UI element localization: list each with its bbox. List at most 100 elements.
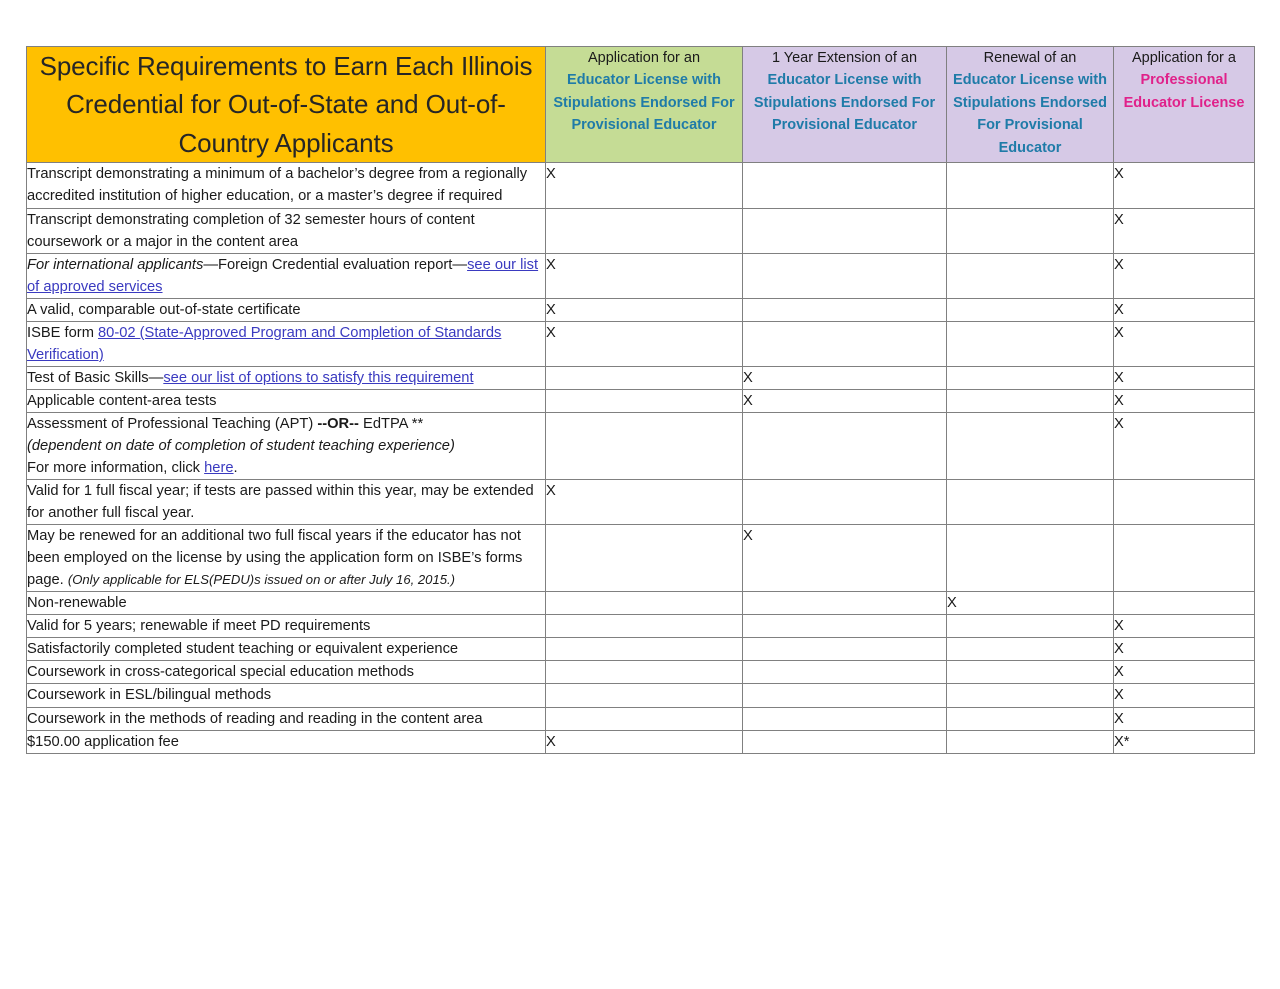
requirement-text: Satisfactorily completed student teachin… <box>26 637 546 662</box>
mark-els-application <box>545 591 743 616</box>
table-row: $150.00 application fee X X* <box>26 729 1255 754</box>
table-row: Coursework in ESL/bilingual methods X <box>26 683 1255 708</box>
renew-applicability-note: (Only applicable for ELS(PEDU)s issued o… <box>67 572 456 588</box>
mark-els-renewal <box>946 683 1114 708</box>
table-row: Applicable content-area tests X X <box>26 388 1255 413</box>
table-row: Non-renewable X <box>26 591 1255 616</box>
requirement-plain: ISBE form <box>27 324 99 341</box>
mark-pel-application: X <box>1113 297 1255 322</box>
mark-els-extension <box>742 591 947 616</box>
mark-els-application: X <box>545 729 743 754</box>
table-row: Satisfactorily completed student teachin… <box>26 637 1255 662</box>
requirements-table: Specific Requirements to Earn Each Illin… <box>26 45 1255 754</box>
requirement-text: Non-renewable <box>26 591 546 616</box>
requirement-text: For international applicants—Foreign Cre… <box>26 252 546 299</box>
requirement-text: A valid, comparable out-of-state certifi… <box>26 297 546 322</box>
mark-els-renewal <box>946 614 1114 639</box>
mark-els-extension <box>742 320 947 367</box>
requirement-text: Transcript demonstrating completion of 3… <box>26 207 546 254</box>
requirement-text: Transcript demonstrating a minimum of a … <box>26 162 546 209</box>
mark-els-extension <box>742 729 947 754</box>
apt-or-bold: --OR-- <box>317 415 359 432</box>
mark-els-renewal <box>946 297 1114 322</box>
mark-els-extension <box>742 637 947 662</box>
mark-els-application: X <box>545 162 743 209</box>
apt-dependent-note: (dependent on date of completion of stud… <box>27 437 455 454</box>
header-row: Specific Requirements to Earn Each Illin… <box>26 45 1255 164</box>
requirement-text: $150.00 application fee <box>26 729 546 754</box>
column-header-pel-application: Application for a Professional Educator … <box>1113 45 1255 164</box>
table-row: Assessment of Professional Teaching (APT… <box>26 411 1255 481</box>
mark-pel-application: X <box>1113 252 1255 299</box>
mark-els-extension: X <box>742 388 947 413</box>
table-body: Transcript demonstrating a minimum of a … <box>26 162 1255 754</box>
mark-pel-application: X <box>1113 637 1255 662</box>
mark-els-application <box>545 365 743 390</box>
column-header-els-renewal: Renewal of an Educator License with Stip… <box>946 45 1114 164</box>
requirement-text: Assessment of Professional Teaching (APT… <box>26 411 546 481</box>
column-header-main: Educator License with Stipulations Endor… <box>953 72 1107 156</box>
table-row: Test of Basic Skills—see our list of opt… <box>26 365 1255 390</box>
table-row: Transcript demonstrating completion of 3… <box>26 207 1255 254</box>
mark-els-renewal <box>946 706 1114 731</box>
isbe-form-80-02-link[interactable]: 80-02 (State-Approved Program and Comple… <box>27 325 501 363</box>
requirement-text: Coursework in cross-categorical special … <box>26 660 546 685</box>
mark-pel-application <box>1113 479 1255 526</box>
column-header-lead: 1 Year Extension of an <box>771 50 918 66</box>
requirement-text: Test of Basic Skills—see our list of opt… <box>26 365 546 390</box>
mark-pel-application <box>1113 591 1255 616</box>
column-header-main: Professional Educator License <box>1123 72 1245 111</box>
mark-els-extension <box>742 683 947 708</box>
table-row: Valid for 1 full fiscal year; if tests a… <box>26 479 1255 526</box>
basic-skills-options-link[interactable]: see our list of options to satisfy this … <box>163 370 473 386</box>
apt-line3-a: For more information, click <box>27 460 205 477</box>
column-header-els-application: Application for an Educator License with… <box>545 45 743 164</box>
column-header-lead: Application for an <box>587 50 701 66</box>
mark-els-extension <box>742 706 947 731</box>
mark-els-extension <box>742 297 947 322</box>
mark-els-application <box>545 411 743 481</box>
requirement-text: Valid for 1 full fiscal year; if tests a… <box>26 479 546 526</box>
mark-els-application: X <box>545 320 743 367</box>
mark-els-extension <box>742 162 947 209</box>
mark-els-application: X <box>545 252 743 299</box>
mark-els-application <box>545 706 743 731</box>
mark-els-renewal: X <box>946 591 1114 616</box>
mark-els-renewal <box>946 365 1114 390</box>
apt-line1-a: Assessment of Professional Teaching (APT… <box>27 415 318 432</box>
column-header-els-extension: 1 Year Extension of an Educator License … <box>742 45 947 164</box>
mark-pel-application: X* <box>1113 729 1255 754</box>
mark-els-extension <box>742 252 947 299</box>
requirement-text: Coursework in the methods of reading and… <box>26 706 546 731</box>
mark-els-application: X <box>545 297 743 322</box>
mark-els-application <box>545 388 743 413</box>
mark-pel-application: X <box>1113 320 1255 367</box>
column-header-main: Educator License with Stipulations Endor… <box>553 72 735 134</box>
table-row: For international applicants—Foreign Cre… <box>26 252 1255 299</box>
requirement-text: May be renewed for an additional two ful… <box>26 524 546 593</box>
requirement-text: Coursework in ESL/bilingual methods <box>26 683 546 708</box>
mark-els-renewal <box>946 524 1114 593</box>
apt-here-link[interactable]: here <box>204 460 233 476</box>
mark-pel-application: X <box>1113 706 1255 731</box>
mark-pel-application: X <box>1113 614 1255 639</box>
document-body: Specific Requirements to Earn Each Illin… <box>26 45 1255 754</box>
mark-pel-application: X <box>1113 207 1255 254</box>
mark-els-extension <box>742 614 947 639</box>
mark-els-extension <box>742 660 947 685</box>
mark-els-renewal <box>946 320 1114 367</box>
table-row: May be renewed for an additional two ful… <box>26 524 1255 593</box>
requirement-italic-lead: For international applicants <box>27 256 204 273</box>
mark-pel-application: X <box>1113 660 1255 685</box>
table-row: Coursework in the methods of reading and… <box>26 706 1255 731</box>
mark-els-application <box>545 683 743 708</box>
requirement-text: ISBE form 80-02 (State-Approved Program … <box>26 320 546 367</box>
table-row: Valid for 5 years; renewable if meet PD … <box>26 614 1255 639</box>
table-row: Coursework in cross-categorical special … <box>26 660 1255 685</box>
mark-els-extension <box>742 411 947 481</box>
mark-els-application <box>545 524 743 593</box>
mark-pel-application: X <box>1113 365 1255 390</box>
mark-els-renewal <box>946 207 1114 254</box>
apt-line1-b: EdTPA ** <box>358 415 424 432</box>
table-row: A valid, comparable out-of-state certifi… <box>26 297 1255 322</box>
